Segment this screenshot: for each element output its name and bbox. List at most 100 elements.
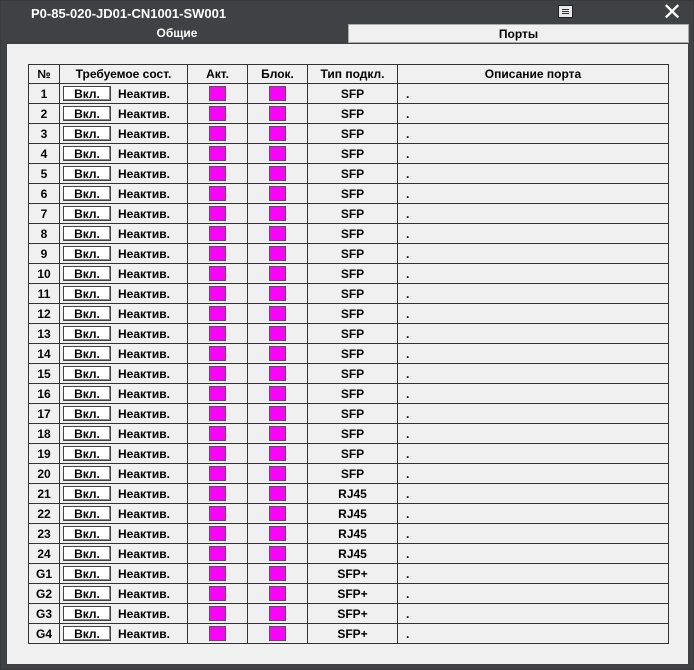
enable-button[interactable]: Вкл. — [63, 546, 111, 561]
active-indicator — [209, 286, 226, 302]
active-cell — [187, 143, 248, 164]
connection-type: SFP — [307, 263, 398, 284]
port-number: 13 — [28, 323, 60, 344]
enable-button[interactable]: Вкл. — [63, 606, 111, 621]
required-state-label: Неактив. — [118, 586, 170, 601]
blocked-indicator — [269, 586, 286, 602]
ports-panel: № Требуемое сост. Акт. Блок. Тип подкл. … — [7, 44, 688, 664]
blocked-cell — [247, 283, 308, 304]
port-number: 10 — [28, 263, 60, 284]
port-number: 24 — [28, 543, 60, 564]
table-row: 2 Вкл. Неактив. SFP. — [28, 103, 669, 124]
active-cell — [187, 103, 248, 124]
active-cell — [187, 83, 248, 104]
required-state-cell: Вкл. Неактив. — [59, 363, 188, 384]
active-cell — [187, 363, 248, 384]
blocked-cell — [247, 183, 308, 204]
port-number: 11 — [28, 283, 60, 304]
blocked-indicator — [269, 206, 286, 222]
tab-general[interactable]: Общие — [7, 24, 347, 43]
blocked-cell — [247, 363, 308, 384]
port-number: 4 — [28, 143, 60, 164]
enable-button[interactable]: Вкл. — [63, 406, 111, 421]
table-row: 12 Вкл. Неактив. SFP. — [28, 303, 669, 324]
required-state-label: Неактив. — [118, 566, 170, 581]
enable-button[interactable]: Вкл. — [63, 246, 111, 261]
port-description: . — [397, 343, 669, 364]
enable-button[interactable]: Вкл. — [63, 206, 111, 221]
tab-bar: Общие Порты — [7, 24, 689, 44]
active-indicator — [209, 266, 226, 282]
minimize-button[interactable] — [558, 5, 573, 18]
enable-button[interactable]: Вкл. — [63, 526, 111, 541]
table-row: G3 Вкл. Неактив. SFP+. — [28, 603, 669, 624]
enable-button[interactable]: Вкл. — [63, 466, 111, 481]
required-state-cell: Вкл. Неактив. — [59, 543, 188, 564]
enable-button[interactable]: Вкл. — [63, 126, 111, 141]
active-cell — [187, 243, 248, 264]
port-description: . — [397, 283, 669, 304]
enable-button[interactable]: Вкл. — [63, 566, 111, 581]
enable-button[interactable]: Вкл. — [63, 266, 111, 281]
close-icon[interactable]: ✕ — [661, 1, 683, 25]
port-description: . — [397, 303, 669, 324]
ports-table: № Требуемое сост. Акт. Блок. Тип подкл. … — [28, 64, 669, 644]
blocked-indicator — [269, 306, 286, 322]
enable-button[interactable]: Вкл. — [63, 306, 111, 321]
active-indicator — [209, 346, 226, 362]
connection-type: SFP — [307, 103, 398, 124]
blocked-cell — [247, 563, 308, 584]
blocked-cell — [247, 203, 308, 224]
connection-type: SFP — [307, 243, 398, 264]
port-description: . — [397, 143, 669, 164]
connection-type: SFP+ — [307, 583, 398, 604]
enable-button[interactable]: Вкл. — [63, 186, 111, 201]
enable-button[interactable]: Вкл. — [63, 626, 111, 641]
enable-button[interactable]: Вкл. — [63, 446, 111, 461]
active-indicator — [209, 466, 226, 482]
table-row: 19 Вкл. Неактив. SFP. — [28, 443, 669, 464]
enable-button[interactable]: Вкл. — [63, 326, 111, 341]
enable-button[interactable]: Вкл. — [63, 486, 111, 501]
enable-button[interactable]: Вкл. — [63, 166, 111, 181]
enable-button[interactable]: Вкл. — [63, 426, 111, 441]
blocked-cell — [247, 223, 308, 244]
required-state-label: Неактив. — [118, 546, 170, 561]
enable-button[interactable]: Вкл. — [63, 586, 111, 601]
port-number: 16 — [28, 383, 60, 404]
enable-button[interactable]: Вкл. — [63, 346, 111, 361]
active-indicator — [209, 606, 226, 622]
enable-button[interactable]: Вкл. — [63, 106, 111, 121]
required-state-label: Неактив. — [118, 426, 170, 441]
table-row: 21 Вкл. Неактив. RJ45. — [28, 483, 669, 504]
required-state-cell: Вкл. Неактив. — [59, 203, 188, 224]
enable-button[interactable]: Вкл. — [63, 146, 111, 161]
active-cell — [187, 343, 248, 364]
tab-ports[interactable]: Порты — [348, 24, 689, 43]
enable-button[interactable]: Вкл. — [63, 506, 111, 521]
blocked-indicator — [269, 426, 286, 442]
blocked-cell — [247, 463, 308, 484]
blocked-indicator — [269, 506, 286, 522]
connection-type: SFP — [307, 443, 398, 464]
required-state-label: Неактив. — [118, 326, 170, 341]
header-required-state: Требуемое сост. — [59, 64, 188, 84]
port-number: 17 — [28, 403, 60, 424]
port-description: . — [397, 123, 669, 144]
enable-button[interactable]: Вкл. — [63, 386, 111, 401]
required-state-label: Неактив. — [118, 626, 170, 641]
table-row: 15 Вкл. Неактив. SFP. — [28, 363, 669, 384]
port-description: . — [397, 583, 669, 604]
enable-button[interactable]: Вкл. — [63, 286, 111, 301]
enable-button[interactable]: Вкл. — [63, 226, 111, 241]
connection-type: SFP — [307, 143, 398, 164]
connection-type: SFP — [307, 83, 398, 104]
blocked-indicator — [269, 486, 286, 502]
enable-button[interactable]: Вкл. — [63, 86, 111, 101]
blocked-cell — [247, 583, 308, 604]
enable-button[interactable]: Вкл. — [63, 366, 111, 381]
port-number: 19 — [28, 443, 60, 464]
active-indicator — [209, 226, 226, 242]
required-state-cell: Вкл. Неактив. — [59, 283, 188, 304]
active-indicator — [209, 246, 226, 262]
